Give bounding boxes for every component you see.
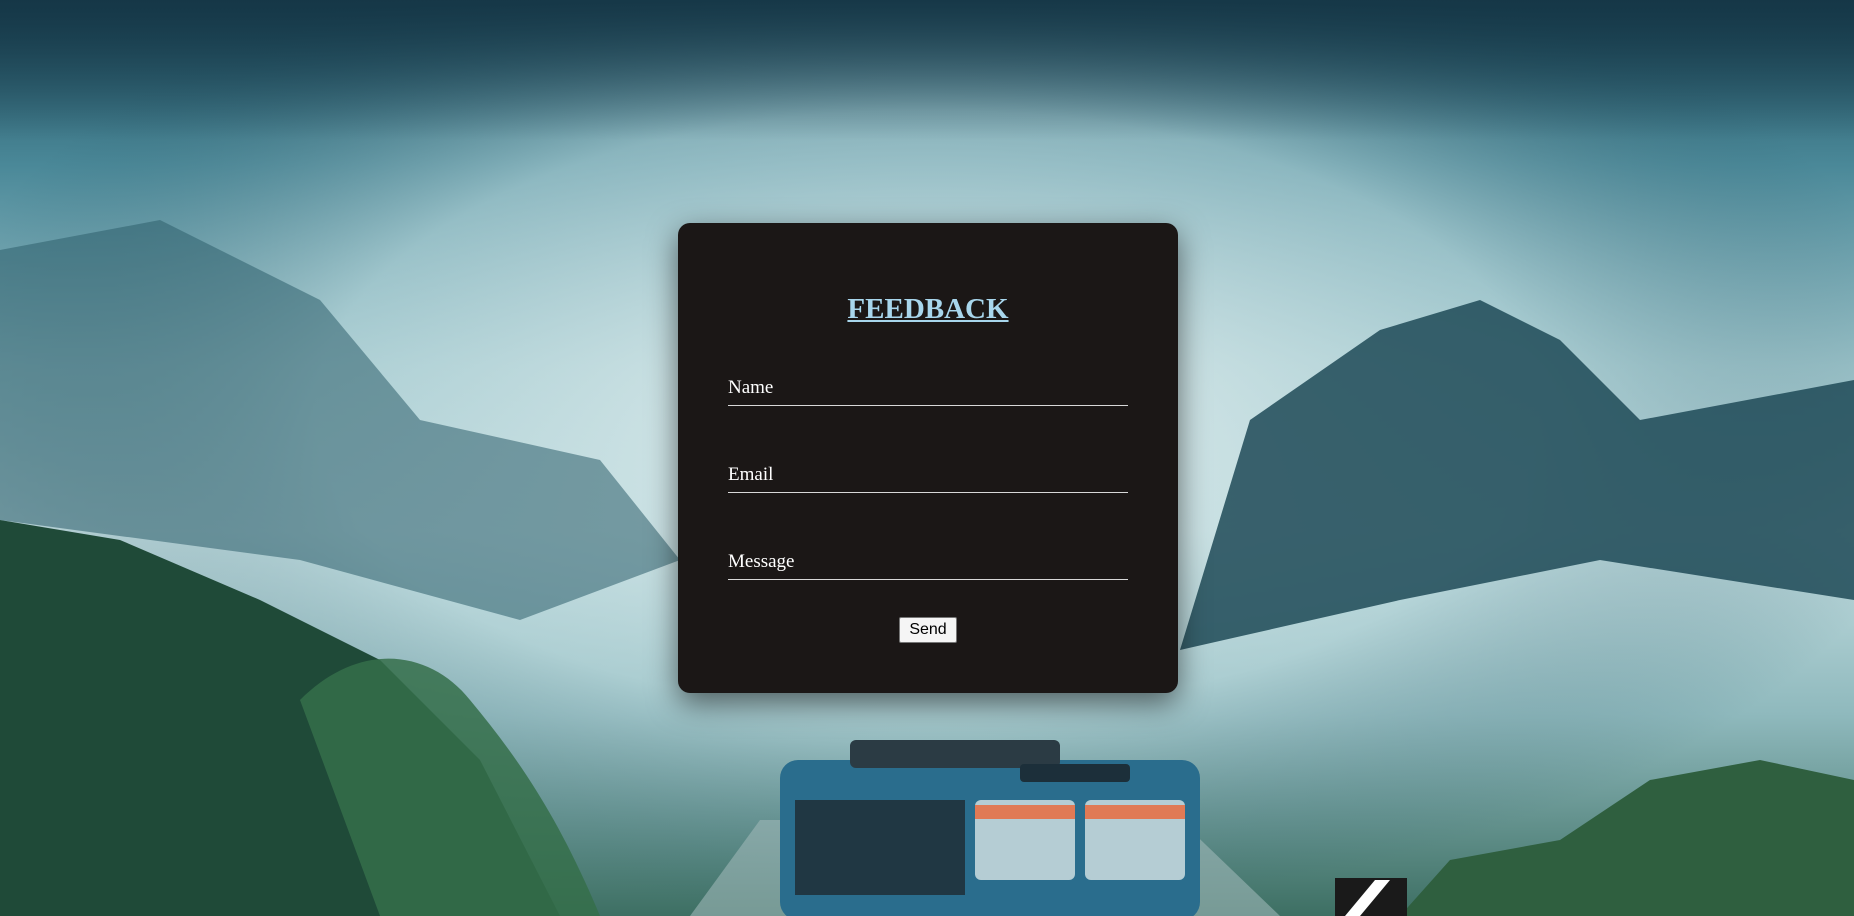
name-input[interactable]	[728, 373, 1132, 407]
message-field[interactable]: Message	[728, 547, 1132, 581]
name-field[interactable]: Name	[728, 373, 1132, 407]
send-button[interactable]: Send	[899, 617, 957, 643]
email-field[interactable]: Email	[728, 460, 1132, 494]
bus-illustration	[780, 740, 1200, 916]
feedback-form-card: FEEDBACK Name Email Message Send	[678, 223, 1178, 693]
message-input[interactable]	[728, 547, 1132, 581]
form-title: FEEDBACK	[847, 293, 1009, 325]
email-input[interactable]	[728, 460, 1132, 494]
